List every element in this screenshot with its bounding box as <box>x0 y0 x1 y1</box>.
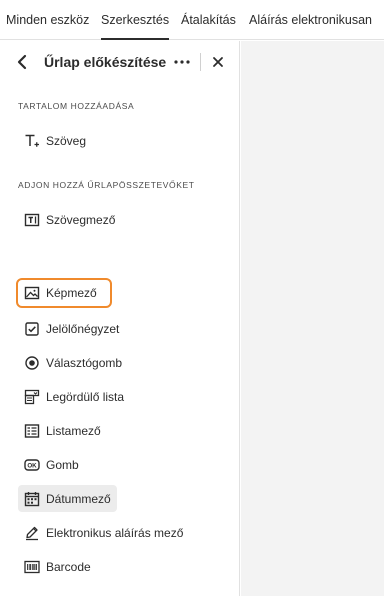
text-field-icon <box>24 212 40 228</box>
tab-e-sign[interactable]: Aláírás elektronikusan <box>249 12 372 28</box>
tool-list-box[interactable]: Listamező <box>18 418 118 444</box>
tool-label: Képmező <box>46 286 97 300</box>
tool-e-signature-field[interactable]: Elektronikus aláírás mező <box>18 520 188 546</box>
image-field-icon <box>24 285 40 301</box>
tool-label: Szövegmező <box>46 213 116 227</box>
tab-convert[interactable]: Átalakítás <box>181 12 236 28</box>
tool-label: Jelölőnégyzet <box>46 322 120 336</box>
tool-checkbox[interactable]: Jelölőnégyzet <box>18 316 128 342</box>
tool-add-text[interactable]: Szöveg <box>18 128 98 154</box>
tool-button[interactable]: OK Gomb <box>18 452 98 478</box>
prepare-form-panel: Űrlap előkészítése TARTALOM HOZZÁADÁSA S… <box>0 41 240 596</box>
tool-dropdown-list[interactable]: Legördülő lista <box>18 384 138 410</box>
tab-all-tools[interactable]: Minden eszköz <box>6 12 89 28</box>
tool-label: Elektronikus aláírás mező <box>46 526 184 540</box>
tool-label: Barcode <box>46 560 91 574</box>
close-icon[interactable] <box>210 54 226 70</box>
tool-label: Legördülő lista <box>46 390 125 404</box>
tool-label: Szöveg <box>46 134 87 148</box>
tool-label: Dátummező <box>46 491 111 506</box>
top-nav: Minden eszköz Szerkesztés Átalakítás Alá… <box>0 0 384 40</box>
back-arrow-icon[interactable] <box>14 53 32 71</box>
tool-label: Gomb <box>46 458 79 472</box>
tab-edit[interactable]: Szerkesztés <box>101 12 170 40</box>
tool-label: Választógomb <box>46 356 123 370</box>
tool-image-field[interactable]: Képmező <box>16 278 112 308</box>
more-options-icon[interactable] <box>172 53 192 71</box>
checkbox-icon <box>24 321 40 337</box>
tool-text-field[interactable]: Szövegmező <box>18 207 118 233</box>
header-divider <box>200 53 201 71</box>
barcode-icon <box>24 559 40 575</box>
date-field-icon <box>24 491 40 507</box>
tool-date-field[interactable]: Dátummező <box>18 485 117 512</box>
section-label-add-content: TARTALOM HOZZÁADÁSA <box>18 101 135 111</box>
document-canvas[interactable] <box>241 41 384 596</box>
section-label-form-fields: ADJON HOZZÁ ŰRLAPÖSSZETEVŐKET <box>18 180 195 190</box>
tool-radio-button[interactable]: Választógomb <box>18 350 128 376</box>
tool-barcode[interactable]: Barcode <box>18 554 98 580</box>
svg-text:OK: OK <box>27 463 37 470</box>
tool-label: Listamező <box>46 424 101 438</box>
panel-header: Űrlap előkészítése <box>0 41 240 85</box>
radio-button-icon <box>24 355 40 371</box>
e-signature-icon <box>24 525 40 541</box>
dropdown-list-icon <box>24 389 40 405</box>
button-ok-icon: OK <box>24 457 40 473</box>
list-box-icon <box>24 423 40 439</box>
add-text-icon <box>24 133 40 149</box>
panel-title: Űrlap előkészítése <box>44 54 167 70</box>
